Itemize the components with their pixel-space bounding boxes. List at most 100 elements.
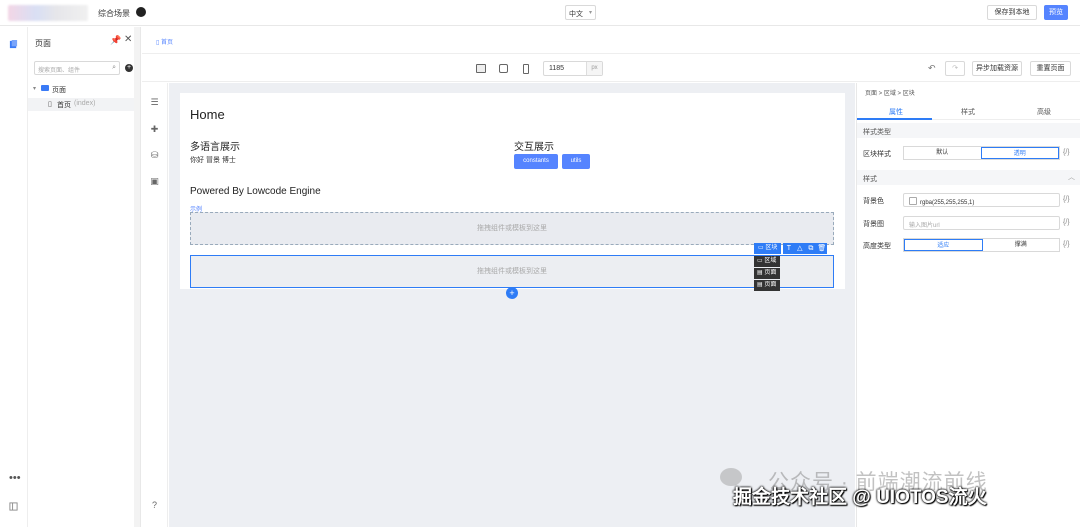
option-fit[interactable]: 适应 bbox=[904, 239, 983, 251]
dropzone-selected[interactable]: 拖拽组件或模板到这里 bbox=[190, 255, 834, 288]
page-frame: Home 多语言展示 你好 冒景 博士 交互展示 constants utils… bbox=[180, 93, 845, 289]
selection-actions: T △ ⧉ 🗑 bbox=[783, 243, 828, 254]
selection-toolbar: ▭ 区块 T △ ⧉ 🗑 bbox=[754, 243, 828, 254]
selected-node-label[interactable]: ▭ 区块 bbox=[754, 243, 782, 254]
tab-home[interactable]: ▯ 首页 bbox=[156, 37, 173, 46]
language-select[interactable]: 中文 ▾ bbox=[565, 5, 596, 20]
tab-props[interactable]: 属性 bbox=[889, 107, 903, 117]
powered-by-text: Powered By Lowcode Engine bbox=[190, 186, 321, 197]
delete-icon[interactable]: 🗑 bbox=[816, 243, 827, 254]
option-default[interactable]: 默认 bbox=[904, 147, 981, 159]
breadcrumb-item[interactable]: 区域 bbox=[884, 91, 896, 97]
crumb-pill-text: 区域 bbox=[764, 258, 777, 264]
settings-tabs: 属性 样式 高级 bbox=[857, 103, 1080, 120]
constants-button[interactable]: constants bbox=[514, 154, 558, 169]
page-title: Home bbox=[190, 107, 225, 122]
variable-button[interactable]: {/} bbox=[1063, 219, 1070, 226]
redo-icon[interactable]: ↷ bbox=[945, 61, 965, 76]
tree-label: 首页 bbox=[57, 102, 71, 109]
undo-icon[interactable]: ↶ bbox=[928, 63, 936, 74]
side-tools: ☰ ✚ ⛁ ▣ ? bbox=[142, 83, 168, 527]
chevron-down-icon: ▾ bbox=[33, 86, 37, 92]
breadcrumb: 页面 > 区域 > 区块 bbox=[865, 91, 915, 97]
i18n-title: 多语言展示 bbox=[190, 142, 240, 153]
bg-color-value: rgba(255,255,255,1) bbox=[920, 200, 975, 206]
bg-image-input[interactable]: 输入图片url bbox=[903, 216, 1060, 230]
color-swatch[interactable] bbox=[909, 197, 917, 205]
breadcrumb-item[interactable]: 页面 bbox=[865, 91, 877, 97]
scene-title: 综合场景 bbox=[98, 9, 130, 18]
crumb-pill-text: 页面 bbox=[764, 270, 777, 276]
width-unit: px bbox=[586, 62, 602, 75]
file-icon: ▯ bbox=[48, 101, 52, 108]
crumb-pill-text: 页面 bbox=[764, 282, 777, 288]
help-icon[interactable]: ? bbox=[149, 500, 160, 511]
pin-icon[interactable]: 📌 bbox=[110, 35, 121, 46]
option-fill[interactable]: 撑满 bbox=[983, 239, 1060, 251]
tree-label: 页面 bbox=[52, 87, 66, 94]
crumb-pill[interactable]: ▤ 页面 bbox=[754, 280, 781, 291]
variable-button[interactable]: {/} bbox=[1063, 196, 1070, 203]
add-below-icon[interactable]: + bbox=[506, 287, 518, 299]
chevron-up-icon[interactable]: ︿ bbox=[1068, 172, 1075, 182]
preview-button[interactable]: 预览 bbox=[1044, 5, 1068, 20]
tab-strip: ▯ 首页 bbox=[142, 27, 1080, 54]
height-type-segment: 适应 撑满 bbox=[903, 238, 1060, 252]
reset-page-button[interactable]: 重置页面 bbox=[1030, 61, 1071, 76]
variable-button[interactable]: {/} bbox=[1063, 241, 1070, 248]
block-style-segment: 默认 透明 bbox=[903, 146, 1060, 160]
variable-button[interactable]: {/} bbox=[1063, 149, 1070, 156]
settings-panel: 页面 > 区域 > 区块 属性 样式 高级 样式类型 区块样式 默认 透明 {/… bbox=[856, 83, 1080, 527]
dropzone[interactable]: 拖拽组件或模板到这里 bbox=[190, 212, 834, 245]
close-icon[interactable]: ✕ bbox=[124, 34, 132, 45]
search-placeholder: 搜索页面、组件 bbox=[38, 68, 81, 74]
collapse-icon[interactable] bbox=[9, 502, 18, 511]
github-icon[interactable] bbox=[136, 7, 146, 17]
watermark-line2: 掘金技术社区 @ UIOTOS流火 bbox=[733, 487, 987, 508]
scrollbar[interactable] bbox=[134, 27, 140, 527]
phone-icon[interactable] bbox=[523, 64, 529, 74]
search-input[interactable]: 搜索页面、组件 ⌕ bbox=[34, 61, 120, 75]
group-style: 样式 ︿ bbox=[857, 170, 1080, 185]
tab-label: 首页 bbox=[160, 40, 173, 46]
language-value: 中文 bbox=[569, 11, 583, 18]
pages-panel-title: 页面 bbox=[35, 39, 51, 48]
text-icon[interactable]: T bbox=[783, 243, 794, 254]
group-style-title: 样式 bbox=[863, 176, 877, 183]
app-logo bbox=[8, 5, 88, 21]
async-load-button[interactable]: 异步加载资源 bbox=[972, 61, 1022, 76]
tab-advanced[interactable]: 高级 bbox=[1037, 107, 1051, 117]
bg-color-field[interactable]: rgba(255,255,255,1) bbox=[903, 193, 1060, 207]
option-transparent[interactable]: 透明 bbox=[980, 147, 1059, 159]
component-icon[interactable]: ✚ bbox=[149, 124, 160, 135]
chevron-down-icon: ▾ bbox=[588, 10, 592, 16]
desktop-icon[interactable] bbox=[476, 64, 486, 73]
breadcrumb-item[interactable]: 区块 bbox=[903, 91, 915, 97]
utils-button[interactable]: utils bbox=[562, 154, 590, 169]
tab-style[interactable]: 样式 bbox=[961, 107, 975, 117]
outline-icon[interactable]: ☰ bbox=[149, 97, 160, 108]
bg-color-label: 背景色 bbox=[863, 198, 884, 205]
more-icon[interactable]: ••• bbox=[9, 473, 21, 484]
tree-folder[interactable]: ▾ 页面 bbox=[28, 83, 140, 96]
tablet-icon[interactable] bbox=[499, 64, 508, 73]
width-value: 1185 bbox=[549, 65, 565, 72]
bg-image-label: 背景图 bbox=[863, 221, 884, 228]
search-icon: ⌕ bbox=[112, 64, 116, 71]
warning-icon[interactable]: △ bbox=[794, 243, 805, 254]
copy-icon[interactable]: ⧉ bbox=[805, 243, 816, 254]
selected-label-text: 区块 bbox=[765, 245, 778, 251]
add-page-icon[interactable]: + bbox=[125, 64, 133, 72]
page-icon[interactable] bbox=[9, 40, 18, 49]
tree-page[interactable]: ▯ 首页 (index) bbox=[28, 98, 140, 111]
code-icon[interactable]: ▣ bbox=[149, 176, 160, 187]
save-local-button[interactable]: 保存到本地 bbox=[987, 5, 1037, 20]
crumb-pill[interactable]: ▭ 区域 bbox=[754, 256, 781, 267]
datasource-icon[interactable]: ⛁ bbox=[149, 150, 160, 161]
crumb-pill[interactable]: ▤ 页面 bbox=[754, 268, 781, 279]
pages-panel: 页面 📌 ✕ 搜索页面、组件 ⌕ + ▾ 页面 ▯ 首页 (index) bbox=[28, 27, 141, 527]
left-rail: ••• bbox=[0, 27, 28, 527]
active-tab-indicator bbox=[857, 118, 932, 120]
block-style-label: 区块样式 bbox=[863, 151, 891, 158]
width-input[interactable]: 1185 px bbox=[543, 61, 603, 76]
